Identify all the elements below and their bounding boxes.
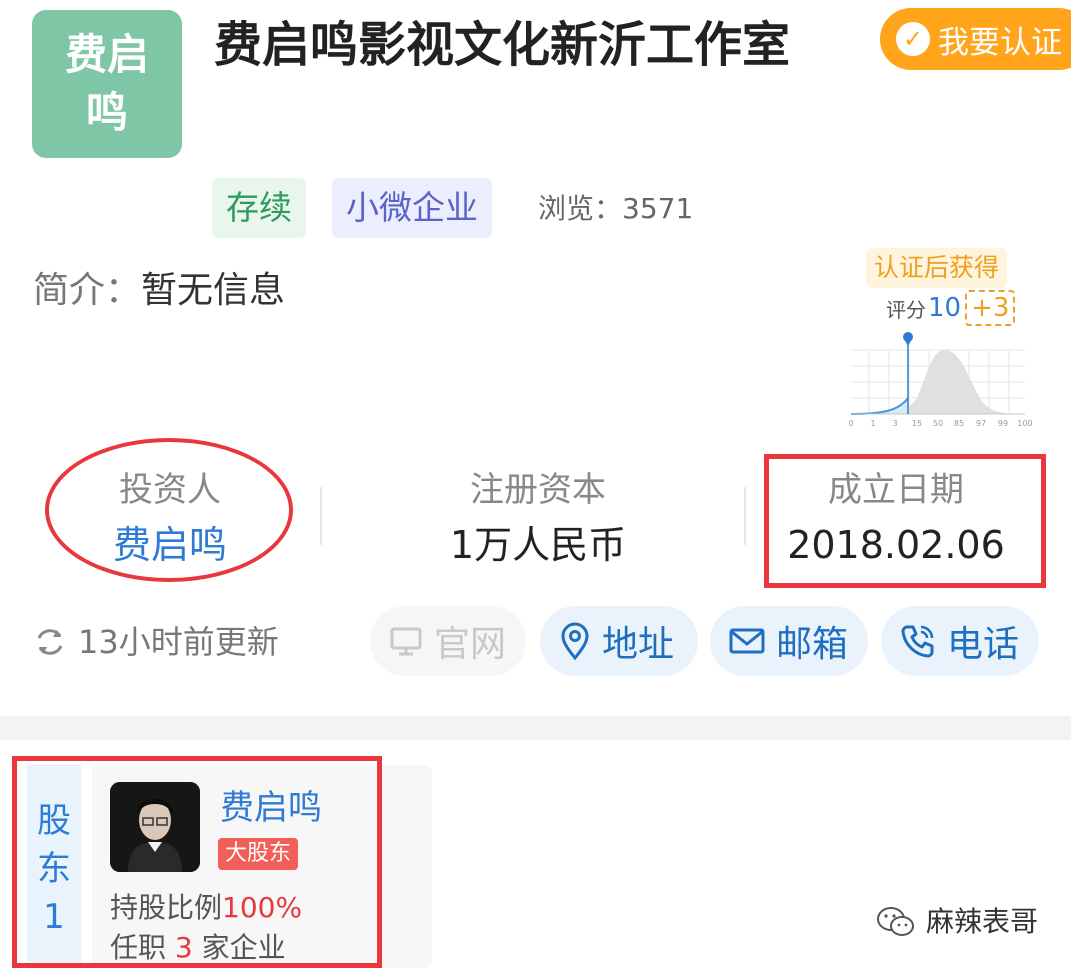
email-label: 邮箱	[776, 624, 849, 665]
intro-value: 暂无信息	[141, 270, 286, 311]
address-label: 地址	[602, 624, 675, 665]
section-divider	[0, 716, 1071, 740]
phone-icon	[901, 625, 934, 658]
scale-tag: 小微企业	[332, 178, 492, 238]
cert-tip-badge[interactable]: 认证后获得	[866, 248, 1008, 288]
stat-divider	[744, 487, 746, 545]
update-status[interactable]: 13小时前更新	[32, 618, 279, 666]
email-button[interactable]: 邮箱	[710, 606, 868, 676]
axis-tick-label: 99	[998, 419, 1008, 428]
company-intro: 简介：暂无信息	[33, 266, 285, 316]
website-label: 官网	[434, 624, 507, 665]
score-row: 评分 10 +3	[886, 290, 1016, 326]
verify-button-label: 我要认证	[938, 24, 1062, 61]
score-value: 10	[928, 293, 962, 323]
website-button[interactable]: 官网	[370, 606, 526, 676]
stat-divider	[320, 487, 322, 545]
axis-tick-label: 97	[976, 419, 986, 428]
annotation-rect-date	[764, 454, 1046, 588]
watermark: 麻辣表哥	[876, 902, 1038, 942]
axis-tick-label: 15	[912, 419, 922, 428]
phone-button[interactable]: 电话	[881, 606, 1039, 676]
status-tag: 存续	[212, 178, 306, 238]
monitor-icon	[390, 627, 422, 656]
check-badge-icon: ✓	[896, 22, 930, 56]
axis-tick-label: 1	[870, 419, 875, 428]
envelope-icon	[729, 628, 765, 654]
phone-label: 电话	[947, 624, 1020, 665]
location-pin-icon	[561, 622, 589, 661]
annotation-ellipse	[45, 438, 293, 582]
verify-button[interactable]: ✓ 我要认证	[880, 8, 1071, 70]
company-name: 费启鸣影视文化新沂工作室	[214, 17, 791, 73]
axis-tick-label: 50	[933, 419, 943, 428]
view-count: 浏览：3571	[538, 192, 694, 225]
score-bonus: +3	[965, 290, 1016, 326]
axis-tick-label: 3	[892, 419, 897, 428]
address-button[interactable]: 地址	[540, 606, 698, 676]
axis-tick-label: 0	[848, 419, 853, 428]
capital-value: 1万人民币	[449, 523, 627, 567]
score-distribution-chart[interactable]: 0 1 3 15 50 85 97 99 100	[845, 328, 1035, 432]
company-logo: 费启鸣	[32, 10, 182, 158]
watermark-text: 麻辣表哥	[926, 905, 1039, 938]
update-text: 13小时前更新	[78, 623, 279, 661]
capital-stat: 注册资本 1万人民币	[418, 466, 658, 574]
annotation-rect-shareholder	[12, 756, 382, 968]
refresh-icon	[37, 629, 63, 655]
axis-tick-label: 100	[1017, 419, 1032, 428]
score-label: 评分	[886, 297, 926, 322]
intro-label: 简介：	[33, 270, 142, 311]
capital-label: 注册资本	[470, 470, 606, 510]
axis-tick-label: 85	[954, 419, 964, 428]
wechat-icon	[877, 907, 914, 936]
